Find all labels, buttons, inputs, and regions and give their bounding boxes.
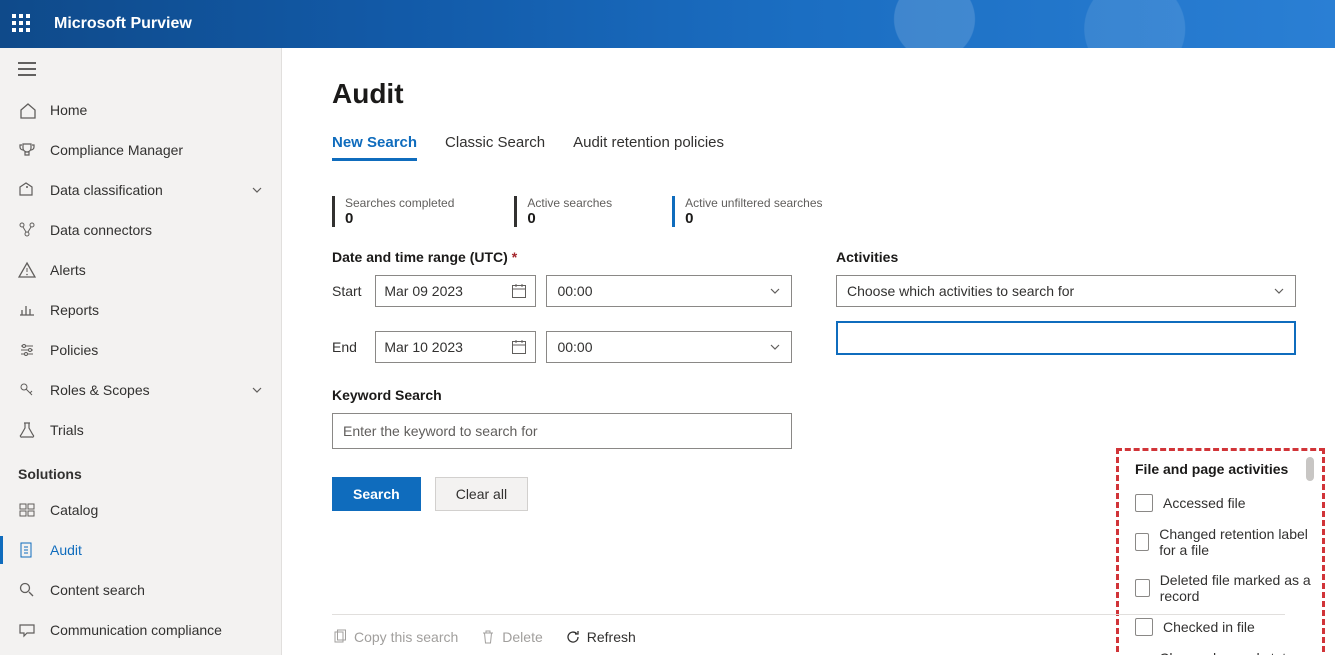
catalog-icon (18, 501, 36, 519)
vertical-scrollbar[interactable] (1304, 457, 1314, 655)
search-icon (18, 581, 36, 599)
stat-active-unfiltered-searches: Active unfiltered searches0 (672, 196, 822, 227)
main-content: Audit New Search Classic Search Audit rete… (282, 48, 1335, 655)
nav-item-alerts[interactable]: Alerts (0, 250, 281, 290)
checkbox-icon (1135, 533, 1149, 551)
tab-new-search[interactable]: New Search (332, 128, 417, 161)
chevron-down-icon (1273, 285, 1285, 297)
tab-audit-retention-policies[interactable]: Audit retention policies (573, 128, 724, 161)
search-button[interactable]: Search (332, 477, 421, 511)
nav-item-compliance-manager[interactable]: Compliance Manager (0, 130, 281, 170)
end-date-input[interactable]: Mar 10 2023 (375, 331, 536, 363)
tag-icon (18, 181, 36, 199)
refresh-button[interactable]: Refresh (565, 629, 636, 645)
page-title: Audit (332, 78, 1285, 110)
audit-icon (18, 541, 36, 559)
stat-searches-completed: Searches completed0 (332, 196, 454, 227)
nav-item-data-connectors[interactable]: Data connectors (0, 210, 281, 250)
activities-search-input[interactable] (836, 321, 1296, 355)
sidebar-item-catalog[interactable]: Catalog (0, 490, 281, 530)
start-time-input[interactable]: 00:00 (546, 275, 792, 307)
nav-item-roles-scopes[interactable]: Roles & Scopes (0, 370, 281, 410)
stats-row: Searches completed0 Active searches0 Activ… (332, 196, 1285, 227)
copy-icon (332, 629, 348, 645)
clear-all-button[interactable]: Clear all (435, 477, 528, 511)
chart-icon (18, 301, 36, 319)
sidebar-item-audit[interactable]: Audit (0, 530, 281, 570)
daterange-label: Date and time range (UTC) * (332, 249, 792, 265)
trophy-icon (18, 141, 36, 159)
activity-option[interactable]: Deleted file marked as a record (1135, 565, 1314, 611)
alert-icon (18, 261, 36, 279)
activities-label: Activities (836, 249, 1296, 265)
sidebar-item-communication-compliance[interactable]: Communication compliance (0, 610, 281, 650)
calendar-icon (511, 339, 527, 355)
start-date-input[interactable]: Mar 09 2023 (375, 275, 536, 307)
keyword-label: Keyword Search (332, 387, 792, 403)
chevron-down-icon (251, 384, 263, 396)
sliders-icon (18, 341, 36, 359)
stat-active-searches: Active searches0 (514, 196, 612, 227)
checkbox-icon (1135, 494, 1153, 512)
trash-icon (480, 629, 496, 645)
tab-classic-search[interactable]: Classic Search (445, 128, 545, 161)
comm-icon (18, 621, 36, 639)
calendar-icon (511, 283, 527, 299)
end-label: End (332, 339, 365, 355)
app-launcher-icon[interactable] (12, 14, 32, 34)
chevron-down-icon (769, 285, 781, 297)
refresh-icon (565, 629, 581, 645)
home-icon (18, 101, 36, 119)
footer-actions: Copy this search Delete Refresh (332, 614, 1285, 645)
nav-item-trials[interactable]: Trials (0, 410, 281, 450)
brand-title: Microsoft Purview (54, 15, 192, 33)
tab-bar: New Search Classic Search Audit retention … (332, 128, 1285, 162)
start-label: Start (332, 283, 365, 299)
beaker-icon (18, 421, 36, 439)
activity-option[interactable]: Accessed file (1135, 487, 1314, 519)
copy-search-button[interactable]: Copy this search (332, 629, 458, 645)
chevron-down-icon (769, 341, 781, 353)
keyword-input[interactable] (332, 413, 792, 449)
nav-item-policies[interactable]: Policies (0, 330, 281, 370)
sidebar-item-content-search[interactable]: Content search (0, 570, 281, 610)
key-icon (18, 381, 36, 399)
activity-option[interactable]: Changed retention label for a file (1135, 519, 1314, 565)
end-time-input[interactable]: 00:00 (546, 331, 792, 363)
chevron-down-icon (251, 184, 263, 196)
nav-item-home[interactable]: Home (0, 90, 281, 130)
activities-group-title: File and page activities (1135, 461, 1314, 477)
top-banner: Microsoft Purview (0, 0, 1335, 48)
solutions-header: Solutions (0, 450, 281, 490)
delete-button[interactable]: Delete (480, 629, 542, 645)
activities-select[interactable]: Choose which activities to search for (836, 275, 1296, 307)
sidebar: HomeCompliance ManagerData classificatio… (0, 48, 282, 655)
nav-toggle-icon[interactable] (0, 48, 281, 90)
nav-item-data-classification[interactable]: Data classification (0, 170, 281, 210)
connector-icon (18, 221, 36, 239)
checkbox-icon (1135, 579, 1150, 597)
nav-item-reports[interactable]: Reports (0, 290, 281, 330)
